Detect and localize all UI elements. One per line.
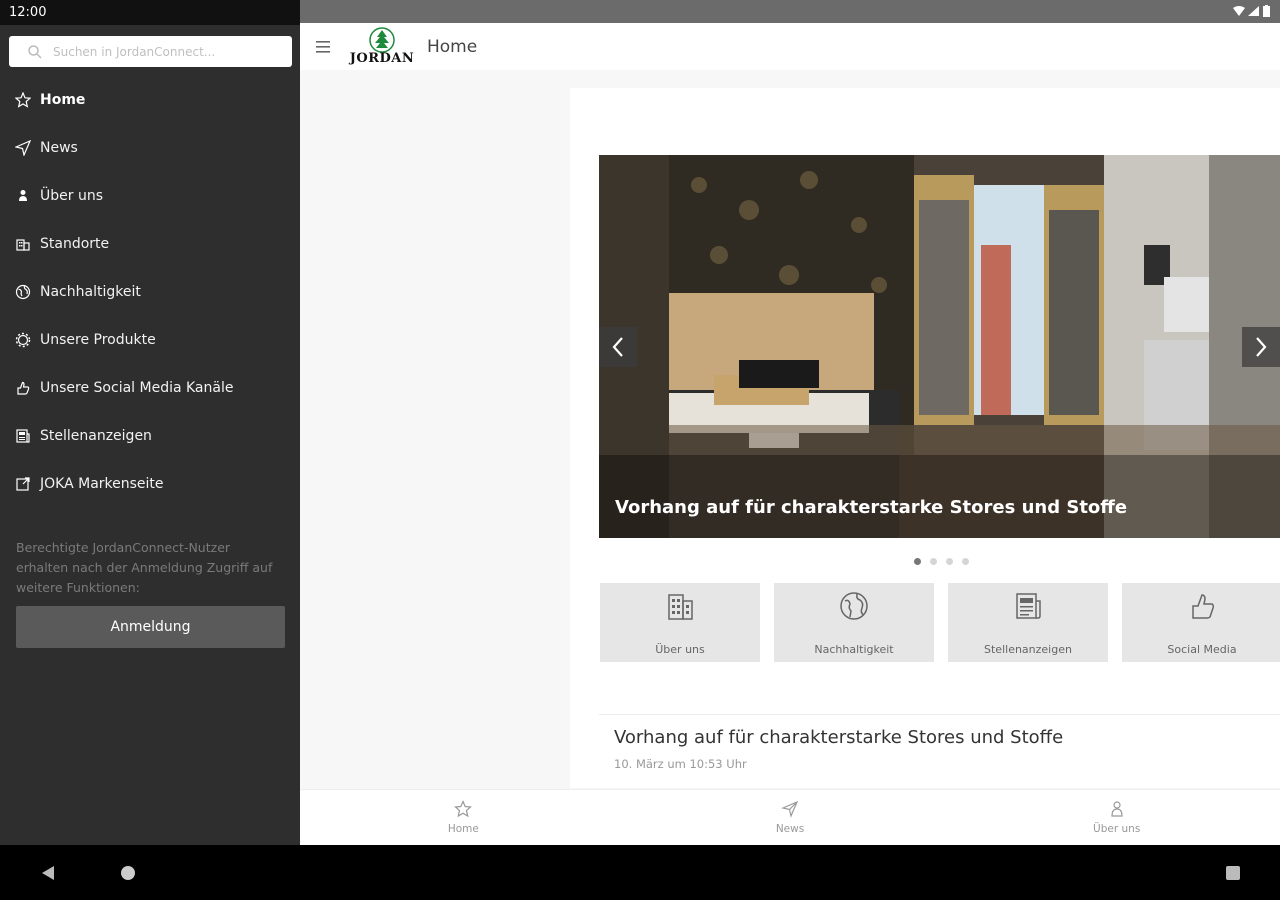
search-field[interactable] xyxy=(9,36,292,67)
nav-item-joka-markenseite[interactable]: JOKA Markenseite xyxy=(0,460,300,508)
nav-item-stellenanzeigen[interactable]: Stellenanzeigen xyxy=(0,412,300,460)
nav-item-news[interactable]: News xyxy=(0,124,300,172)
tile-label: Stellenanzeigen xyxy=(984,643,1072,656)
building-icon xyxy=(663,589,697,627)
nav-item-nachhaltigkeit[interactable]: Nachhaltigkeit xyxy=(0,268,300,316)
tile-label: Nachhaltigkeit xyxy=(814,643,894,656)
gear-icon xyxy=(14,331,32,349)
globe-icon xyxy=(14,283,32,301)
slide-caption: Vorhang auf für charakterstarke Stores u… xyxy=(615,497,1128,518)
tile-nachhaltigkeit[interactable]: Nachhaltigkeit xyxy=(774,583,934,662)
tile-stellenanzeigen[interactable]: Stellenanzeigen xyxy=(948,583,1108,662)
nav-item-standorte[interactable]: Standorte xyxy=(0,220,300,268)
home-icon[interactable] xyxy=(120,865,136,881)
building-icon xyxy=(14,235,32,253)
nav-item-ueber-uns[interactable]: Über uns xyxy=(0,172,300,220)
tile-ueber-uns[interactable]: Über uns xyxy=(600,583,760,662)
nav-item-label: JOKA Markenseite xyxy=(40,476,164,492)
external-link-icon xyxy=(14,475,32,493)
signal-icon xyxy=(1248,6,1259,16)
content-panel: Vorhang auf für charakterstarke Stores u… xyxy=(570,88,1280,788)
app-root: JORDAN Home Vorhang auf für charaktersta… xyxy=(0,0,1280,900)
chevron-right-icon xyxy=(1256,337,1267,357)
app-bar: JORDAN Home xyxy=(300,23,1280,70)
main-area: JORDAN Home Vorhang auf für charaktersta… xyxy=(300,0,1280,845)
status-bar xyxy=(300,0,1280,23)
send-icon xyxy=(781,800,799,818)
nav-item-label: Standorte xyxy=(40,236,110,252)
tile-label: Über uns xyxy=(655,643,705,656)
newspaper-icon xyxy=(1011,589,1045,627)
search-input[interactable] xyxy=(53,44,292,59)
nav-item-label: Home xyxy=(40,92,86,108)
thumb-icon xyxy=(1185,589,1219,627)
person-icon xyxy=(14,187,32,205)
nav-item-label: Unsere Social Media Kanäle xyxy=(40,380,234,396)
thumb-icon xyxy=(14,379,32,397)
nav-item-label: Unsere Produkte xyxy=(40,332,156,348)
news-card[interactable]: Vorhang auf für charakterstarke Stores u… xyxy=(599,714,1280,788)
star-icon xyxy=(14,91,32,109)
nav-item-label: News xyxy=(40,140,78,156)
image-slider[interactable]: Vorhang auf für charakterstarke Stores u… xyxy=(599,155,1280,538)
logo-text: JORDAN xyxy=(349,51,415,66)
slider-dot[interactable] xyxy=(930,558,937,565)
status-time: 12:00 xyxy=(0,0,300,25)
bottom-nav-news[interactable]: News xyxy=(627,790,954,845)
search-icon xyxy=(28,44,42,59)
slider-dot[interactable] xyxy=(914,558,921,565)
wifi-icon xyxy=(1233,6,1245,16)
nav-item-home[interactable]: Home xyxy=(0,76,300,124)
bottom-nav-label: Über uns xyxy=(1093,823,1141,835)
nav-item-label: Nachhaltigkeit xyxy=(40,284,141,300)
quick-links: Über uns Nachhaltigkeit Stellenanzeigen xyxy=(600,583,1280,662)
system-nav-bar xyxy=(0,845,1280,900)
bottom-nav-home[interactable]: Home xyxy=(300,790,627,845)
bottom-nav-label: News xyxy=(775,823,805,835)
bottom-nav-label: Home xyxy=(447,823,479,835)
globe-icon xyxy=(837,589,871,627)
battery-icon xyxy=(1263,5,1270,17)
bottom-nav-ueber-uns[interactable]: Über uns xyxy=(953,790,1280,845)
slider-dot[interactable] xyxy=(946,558,953,565)
nav-item-produkte[interactable]: Unsere Produkte xyxy=(0,316,300,364)
back-icon[interactable] xyxy=(40,865,56,881)
slider-dot[interactable] xyxy=(962,558,969,565)
nav-item-label: Stellenanzeigen xyxy=(40,428,152,444)
news-date: 10. März um 10:53 Uhr xyxy=(614,757,747,771)
news-title: Vorhang auf für charakterstarke Stores u… xyxy=(614,727,1064,748)
navigation-drawer: 12:00 Home News Über uns Standorte xyxy=(0,0,300,845)
login-hint: Berechtigte JordanConnect-Nutzer erhalte… xyxy=(16,540,273,595)
nav-item-social-media[interactable]: Unsere Social Media Kanäle xyxy=(0,364,300,412)
tree-logo-icon xyxy=(369,27,395,53)
newspaper-icon xyxy=(14,427,32,445)
page-title: Home xyxy=(427,36,478,57)
slide-image xyxy=(599,155,1280,538)
slider-dots xyxy=(914,558,969,565)
bottom-nav: Home News Über uns xyxy=(300,789,1280,845)
drawer-nav: Home News Über uns Standorte Nachhaltigk… xyxy=(0,76,300,508)
slider-prev-button[interactable] xyxy=(599,327,637,367)
star-icon xyxy=(454,800,473,818)
chevron-left-icon xyxy=(612,337,623,357)
jordan-logo[interactable]: JORDAN xyxy=(350,24,414,70)
tile-label: Social Media xyxy=(1167,643,1237,656)
recents-icon[interactable] xyxy=(1225,865,1241,881)
send-icon xyxy=(14,139,32,157)
status-icons xyxy=(1233,5,1270,17)
menu-icon[interactable] xyxy=(314,40,332,54)
login-button[interactable]: Anmeldung xyxy=(16,606,285,648)
slider-next-button[interactable] xyxy=(1242,327,1280,367)
person-icon xyxy=(1111,801,1123,817)
nav-item-label: Über uns xyxy=(40,188,103,204)
tile-social-media[interactable]: Social Media xyxy=(1122,583,1280,662)
